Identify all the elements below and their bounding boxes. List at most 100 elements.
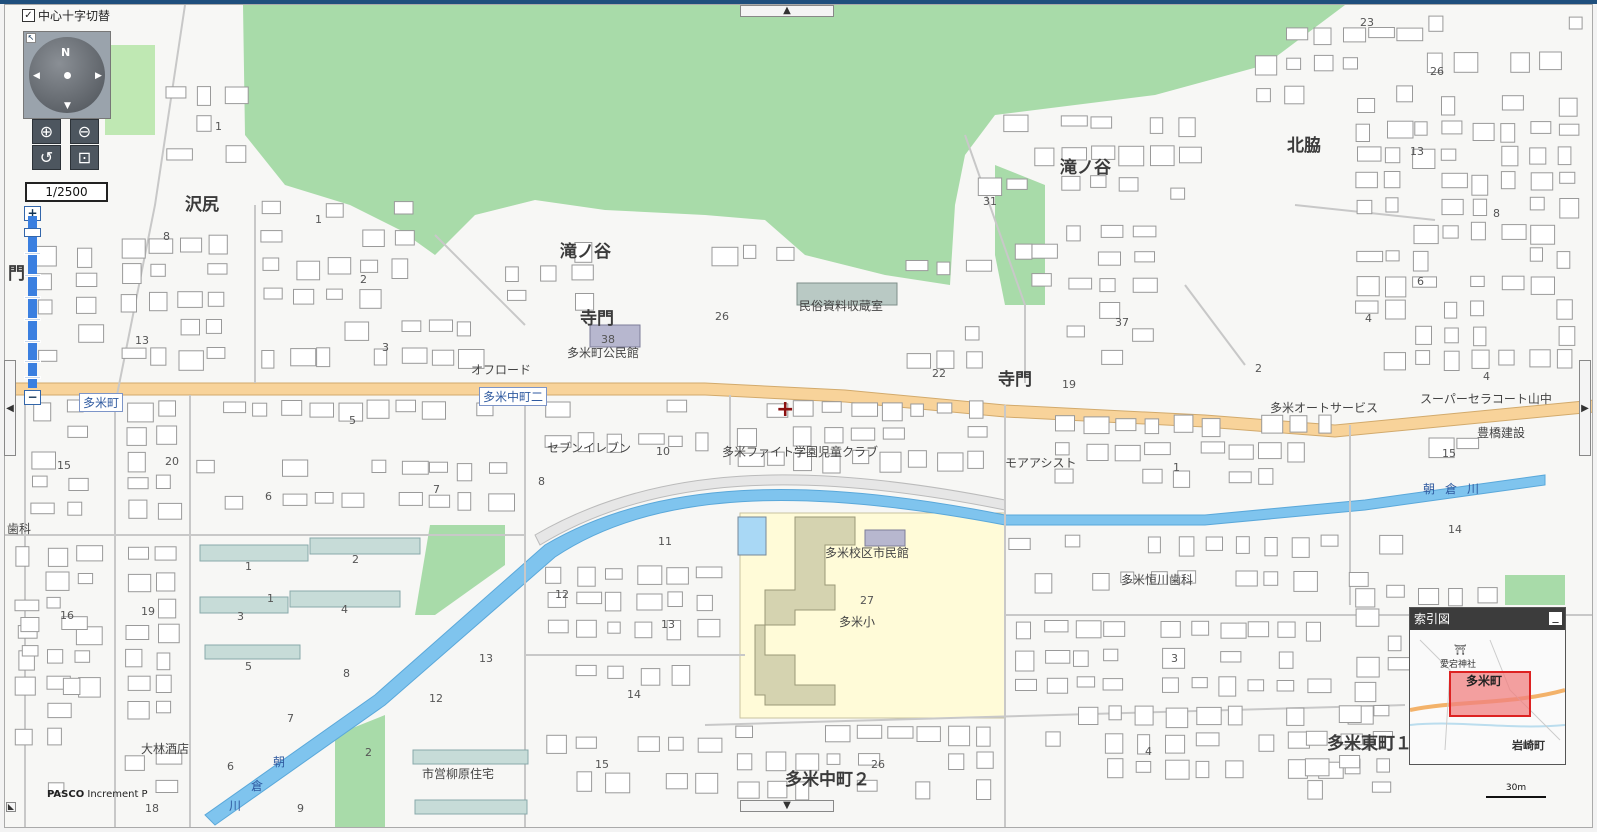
building [1289,415,1308,433]
scroll-left-arrow-icon[interactable]: ◀ [4,360,16,456]
building [976,779,992,800]
building [1441,198,1464,216]
lot-number: 2 [1255,362,1262,375]
building [62,677,81,695]
building [127,573,152,593]
building [907,450,927,468]
lot-number: 4 [1365,312,1372,325]
building [128,546,149,560]
pan-right-arrow-icon[interactable]: ▶ [95,71,102,81]
building [1150,145,1175,167]
river-label-kawa: 川 [229,799,242,813]
building [1195,760,1210,779]
building [1371,781,1392,793]
building [1228,444,1254,460]
building [31,451,56,470]
building [1313,27,1332,46]
building [1539,51,1562,71]
corner-collapse-icon[interactable]: ↖ [26,33,36,43]
building [547,619,569,634]
lot-number: 4 [341,603,348,616]
building [127,477,149,490]
corner-expand-icon[interactable]: ◣ [6,802,16,812]
building [916,726,941,743]
building [1286,57,1302,70]
building [668,435,683,448]
center-crosshair-icon: + [776,397,795,422]
building [1396,85,1413,103]
building [155,779,179,794]
overview-panel[interactable]: 索引図 _ ⛩ 愛宕神社 多米町 岩崎町 [1409,607,1566,765]
building [1356,276,1380,297]
building [489,462,508,474]
scroll-down-arrow-icon[interactable]: ▼ [740,800,834,812]
map-canvas[interactable]: 沢尻 滝ノ谷 滝ノ谷 寺門 寺門 北脇 多米中町２ 多米東町１ 門 民俗資料収蔵… [4,4,1593,828]
facility-toyohashi-const: 豊橋建設 [1477,426,1526,440]
reset-icon[interactable]: ↺ [32,145,61,170]
overview-minimize-button[interactable]: _ [1549,610,1562,625]
building [1073,650,1089,667]
zoom-out-icon[interactable]: ⊖ [70,119,99,144]
map-graphic[interactable] [5,5,1593,828]
river-label-kura: 倉 [251,779,264,793]
lot-number: 1 [315,213,322,226]
building [15,546,30,567]
river-label-asa: 朝 [273,755,286,769]
building [966,351,983,369]
lot-number: 13 [135,334,149,347]
crosshair-toggle[interactable]: ✓ 中心十字切替 [22,7,110,24]
building [1014,243,1033,260]
building [735,725,753,738]
area-label-kitawaki: 北脇 [1287,136,1321,156]
building [1258,468,1274,485]
building [976,751,994,769]
zoom-in-icon[interactable]: ⊕ [32,119,61,144]
zoom-tick [24,376,41,379]
building [1453,52,1479,73]
zoom-box-icon[interactable]: ⊡ [70,145,99,170]
lot-number: 18 [145,802,159,815]
zoom-minus-button[interactable]: − [24,390,41,405]
building [1384,147,1401,164]
compass-north-label: N [61,46,71,59]
pan-down-arrow-icon[interactable]: ▼ [64,101,71,111]
apartment-2 [309,537,421,555]
lot-number: 15 [595,758,609,771]
building [1178,117,1196,138]
building [1529,349,1551,368]
building [1530,172,1554,191]
facility-moa-assist: モアアシスト [1005,456,1077,470]
scroll-right-arrow-icon[interactable]: ▶ [1579,360,1591,456]
zoom-slider[interactable]: + − [24,206,41,406]
lot-number: 8 [343,667,350,680]
zoom-thumb[interactable] [24,228,41,237]
building [1144,418,1160,435]
lot-number: 15 [57,459,71,472]
building [1284,85,1305,105]
scroll-up-arrow-icon[interactable]: ▲ [740,5,834,17]
building [906,353,931,369]
building [887,726,914,739]
building [665,773,688,790]
pan-left-arrow-icon[interactable]: ◀ [33,71,40,81]
building [1529,196,1545,211]
lot-number: 7 [433,483,440,496]
building [393,201,414,215]
area-label-teramon-2: 寺門 [998,370,1032,390]
building [1387,120,1414,139]
building [314,492,334,504]
building [1307,780,1323,800]
building [1356,199,1373,215]
facility-kids-club: 多米ファイト学園児童クラブ [722,445,879,459]
pan-control[interactable]: N ▼ ◀ ▶ [23,31,111,119]
building [150,347,167,366]
area-label-edge: 門 [8,264,25,284]
crosshair-checkbox[interactable]: ✓ [22,9,35,22]
lot-number: 3 [1171,652,1178,665]
lot-number: 2 [360,273,367,286]
facility-offroad: オフロード [471,363,532,377]
building [964,326,980,341]
building [1179,146,1202,164]
building [696,594,713,612]
lot-number: 23 [1360,16,1374,29]
